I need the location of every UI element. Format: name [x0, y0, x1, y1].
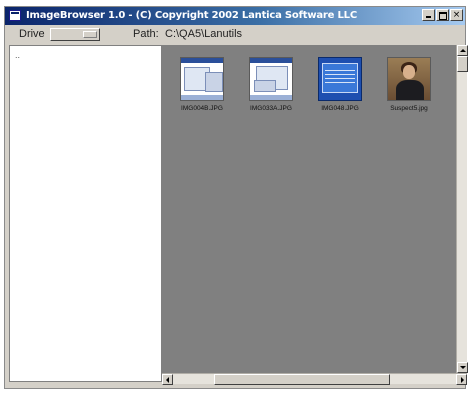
drive-label: Drive: [19, 28, 45, 40]
arrow-down-icon: [460, 366, 466, 369]
thumbnail-item[interactable]: Suspect5.jpg: [381, 57, 437, 112]
horizontal-scroll-thumb[interactable]: [214, 374, 390, 385]
maximize-button[interactable]: [436, 9, 449, 21]
path-value: C:\QA5\Lanutils: [165, 28, 243, 40]
drive-dropdown-button[interactable]: [83, 31, 97, 38]
close-button[interactable]: ×: [450, 9, 463, 21]
thumbnail-item[interactable]: IMG004B.JPG: [174, 57, 230, 112]
horizontal-scrollbar[interactable]: [162, 373, 467, 385]
scroll-down-button[interactable]: [457, 362, 468, 373]
arrow-up-icon: [460, 49, 466, 52]
scroll-right-button[interactable]: [456, 374, 467, 385]
thumbnail-caption: IMG033A.JPG: [250, 105, 292, 112]
imagebrowser-window: ImageBrowser 1.0 - (C) Copyright 2002 La…: [4, 6, 468, 389]
scroll-left-button[interactable]: [162, 374, 173, 385]
vertical-scroll-thumb[interactable]: [457, 56, 468, 72]
thumbnail-pane[interactable]: IMG004B.JPG IMG033A.JPG IMG048.JPG Suspe…: [162, 45, 456, 373]
thumbnail-image-screenshot[interactable]: [249, 57, 293, 101]
title-bar[interactable]: ImageBrowser 1.0 - (C) Copyright 2002 La…: [5, 7, 465, 25]
tree-item-parent[interactable]: ..: [15, 50, 20, 60]
window-title: ImageBrowser 1.0 - (C) Copyright 2002 La…: [26, 10, 357, 21]
thumbnail-image-blue-screen[interactable]: [318, 57, 362, 101]
thumbnail-caption: Suspect5.jpg: [390, 105, 428, 112]
thumbnail-image-photo[interactable]: [387, 57, 431, 101]
vertical-scrollbar[interactable]: [456, 45, 468, 373]
arrow-left-icon: [166, 377, 169, 383]
app-icon[interactable]: [9, 10, 21, 21]
thumbnail-item[interactable]: IMG033A.JPG: [243, 57, 299, 112]
toolbar: Drive Path: C:\QA5\Lanutils: [5, 25, 465, 45]
scroll-up-button[interactable]: [457, 45, 468, 56]
folder-tree[interactable]: ..: [9, 45, 162, 382]
arrow-right-icon: [461, 377, 464, 383]
thumbnail-caption: IMG048.JPG: [321, 105, 359, 112]
thumbnail-item[interactable]: IMG048.JPG: [312, 57, 368, 112]
drive-select[interactable]: [50, 28, 100, 41]
thumbnail-caption: IMG004B.JPG: [181, 105, 223, 112]
path-label: Path:: [133, 28, 159, 40]
minimize-button[interactable]: [422, 9, 435, 21]
thumbnail-image-screenshot[interactable]: [180, 57, 224, 101]
